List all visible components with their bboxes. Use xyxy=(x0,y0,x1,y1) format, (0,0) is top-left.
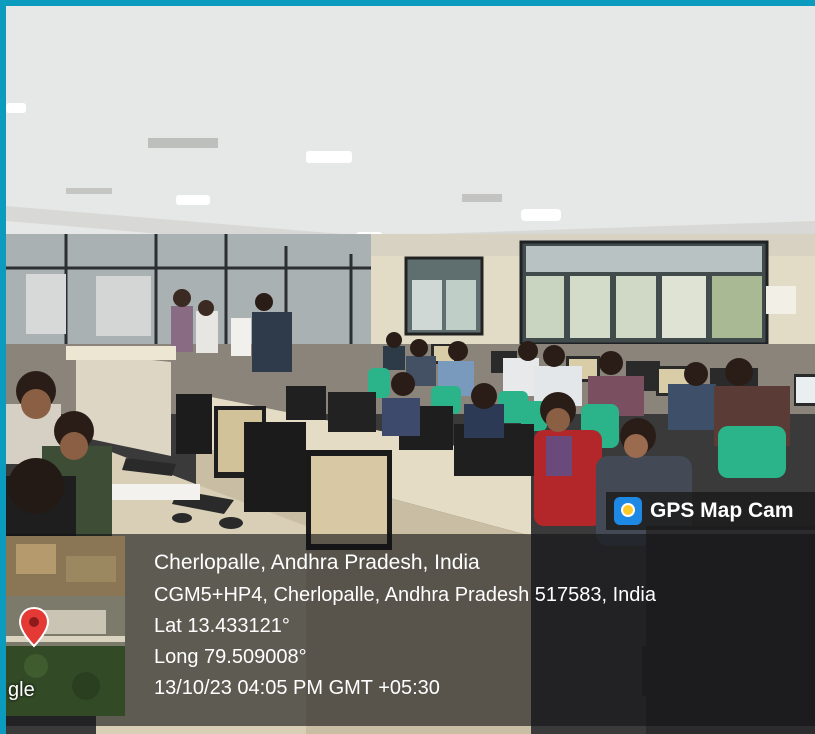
gps-map-cam-badge: GPS Map Cam xyxy=(606,492,815,530)
wall-notice xyxy=(766,286,796,314)
windows xyxy=(404,240,796,346)
ceiling-light xyxy=(6,103,26,113)
address-title: Cherlopalle, Andhra Pradesh, India xyxy=(154,551,480,574)
location-details: Cherlopalle, Andhra Pradesh, India CGM5+… xyxy=(154,546,814,704)
partition-panel xyxy=(26,274,66,334)
ceiling xyxy=(6,6,815,236)
ceiling-vent xyxy=(66,188,112,194)
ceiling-light xyxy=(176,195,210,205)
ceiling-vent xyxy=(462,194,502,202)
ceiling-light xyxy=(306,151,352,163)
gps-camera-logo-icon xyxy=(614,497,642,525)
brand-name: GPS Map Cam xyxy=(650,499,794,522)
latitude: Lat 13.433121° xyxy=(154,615,290,637)
partition-panel xyxy=(96,276,151,336)
map-provider-label: gle xyxy=(8,679,35,701)
paper-stack xyxy=(106,484,200,500)
ceiling-light xyxy=(521,209,561,221)
address-line: CGM5+HP4, Cherlopalle, Andhra Pradesh 51… xyxy=(154,584,656,606)
map-thumbnail: gle xyxy=(6,536,125,716)
timestamp: 13/10/23 04:05 PM GMT +05:30 xyxy=(154,677,440,699)
longitude: Long 79.509008° xyxy=(154,646,307,668)
desk-left-top xyxy=(66,346,176,360)
ceiling-vent xyxy=(148,138,218,148)
